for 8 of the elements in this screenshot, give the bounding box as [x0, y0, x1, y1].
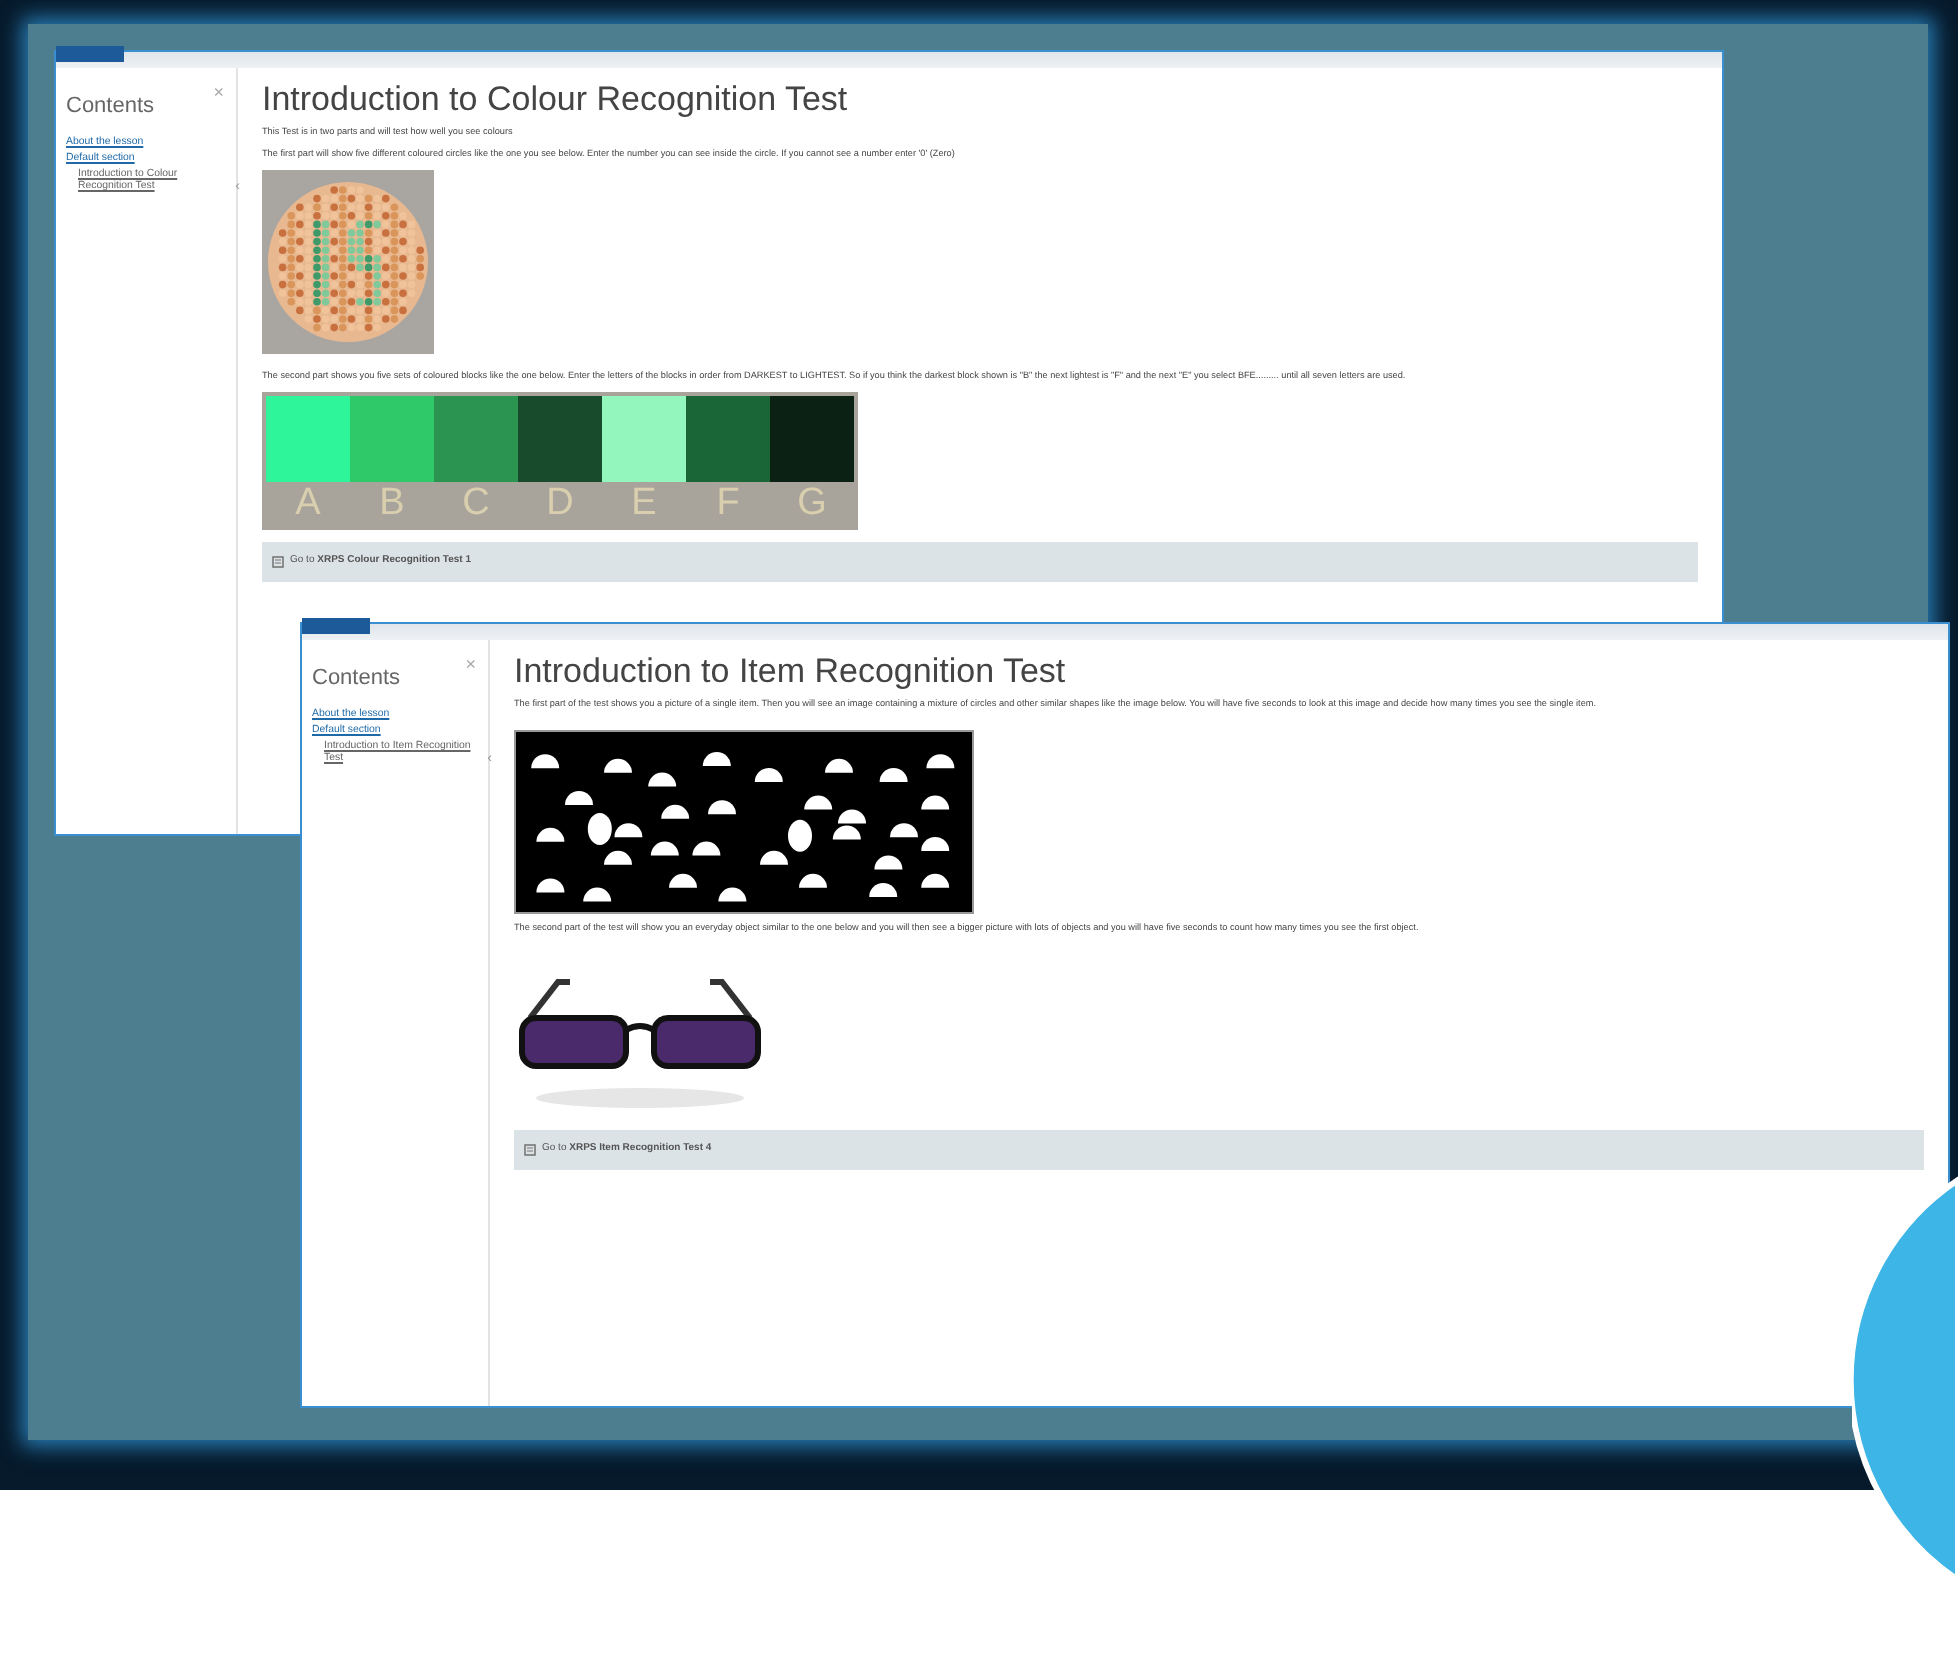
- page-title: Introduction to Item Recognition Test: [514, 652, 1068, 693]
- document-icon: [524, 1144, 536, 1157]
- document-icon: [272, 556, 284, 569]
- page-title: Introduction to Colour Recognition Test: [262, 80, 850, 121]
- sidebar-title: Contents: [66, 92, 155, 122]
- window-tab[interactable]: [56, 46, 124, 62]
- sidebar-title: Contents: [312, 664, 401, 694]
- window-tab[interactable]: [302, 618, 370, 634]
